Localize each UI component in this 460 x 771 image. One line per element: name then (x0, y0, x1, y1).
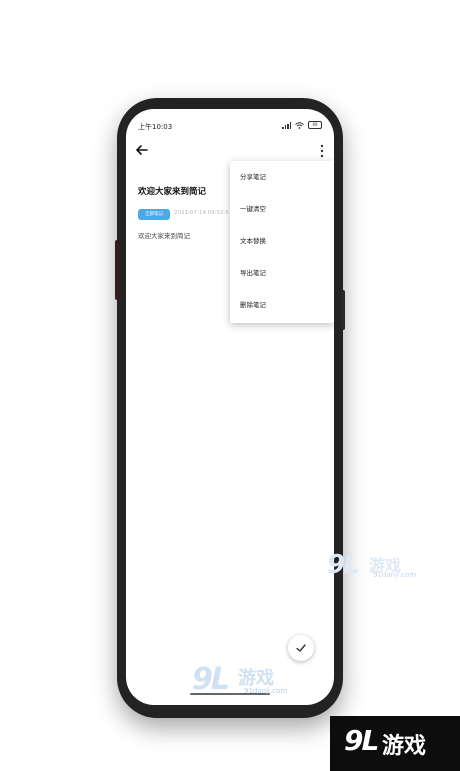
more-vertical-icon[interactable] (318, 143, 326, 159)
phone-screen: 上午10:03 69 欢迎大家来到简记 全部笔记 2021-07-14 09:5… (126, 109, 334, 705)
status-icons: 69 (282, 121, 322, 129)
watermark-logo-mark: 9L (192, 662, 230, 697)
arrow-left-icon[interactable] (134, 142, 150, 158)
note-date: 2021-07-14 09:52:5 (174, 210, 229, 216)
note-category-tag[interactable]: 全部笔记 (138, 209, 170, 220)
check-icon (296, 644, 306, 652)
signal-icon (282, 121, 291, 129)
battery-icon: 69 (308, 121, 322, 129)
phone-side-button (115, 240, 119, 300)
watermark-domain: 91danji.com (373, 571, 417, 579)
status-bar: 上午10:03 69 (126, 109, 334, 135)
menu-item-clear-all[interactable]: 一键清空 (230, 193, 334, 225)
corner-logo-mark: 9L (344, 724, 379, 757)
save-button[interactable] (288, 635, 314, 661)
overflow-menu: 分享笔记 一键清空 文本替换 导出笔记 删除笔记 (230, 161, 334, 323)
wifi-icon (295, 121, 304, 129)
watermark-logo: 9L 游戏 91danji.com (327, 550, 416, 580)
menu-item-share-note[interactable]: 分享笔记 (230, 161, 334, 193)
corner-watermark: 9L 游戏 (330, 716, 460, 771)
menu-item-delete-note[interactable]: 删除笔记 (230, 289, 334, 321)
menu-item-text-replace[interactable]: 文本替换 (230, 225, 334, 257)
top-app-bar (126, 139, 334, 163)
status-time: 上午10:03 (138, 123, 173, 131)
menu-item-export-note[interactable]: 导出笔记 (230, 257, 334, 289)
watermark-logo-bottom: 9L 游戏 91danji.com (192, 662, 287, 697)
note-body[interactable]: 欢迎大家来到简记 (138, 230, 190, 240)
watermark-domain: 91danji.com (244, 687, 288, 695)
phone-power-button (341, 290, 345, 330)
corner-logo-name: 游戏 (382, 734, 427, 759)
watermark-logo-mark: 9L (327, 550, 360, 580)
note-title[interactable]: 欢迎大家来到简记 (138, 185, 206, 197)
